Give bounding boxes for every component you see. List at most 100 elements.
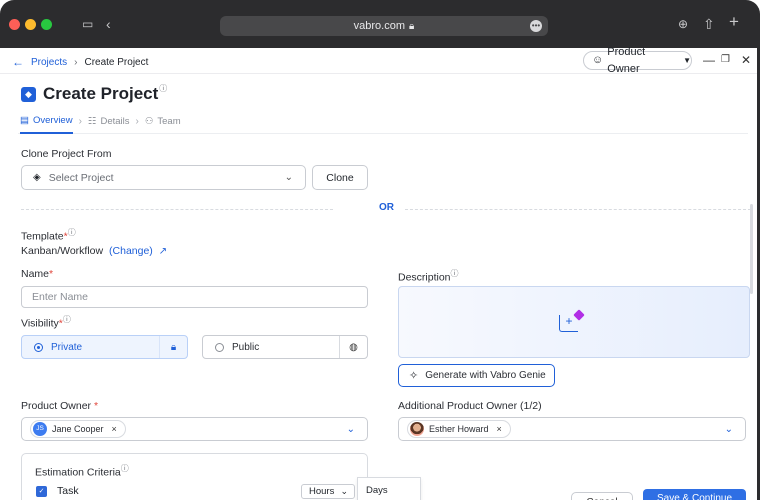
clone-button[interactable]: Clone xyxy=(312,165,368,190)
user-circle-icon: ☺ xyxy=(592,54,604,66)
layers-icon: ◈ xyxy=(33,172,41,183)
info-icon[interactable]: ⓘ xyxy=(451,269,459,278)
info-icon[interactable]: ⓘ xyxy=(63,315,71,324)
breadcrumb-projects[interactable]: Projects xyxy=(31,57,67,68)
estimation-title: Estimation Criteriaⓘ xyxy=(35,463,129,479)
remove-chip-icon[interactable]: × xyxy=(497,424,502,434)
more-icon[interactable]: ••• xyxy=(530,20,542,32)
project-icon: ◆ xyxy=(21,86,36,102)
task-label: Task xyxy=(57,485,79,497)
team-icon: ⚇ xyxy=(144,116,154,127)
tab-overview[interactable]: ▤ Overview xyxy=(20,110,73,134)
select-project-dropdown[interactable]: ◈ Select Project ⌄ xyxy=(21,165,306,190)
unit-option-days[interactable]: Days xyxy=(366,485,388,496)
select-project-placeholder: Select Project xyxy=(48,171,114,184)
cancel-button[interactable]: Cancel xyxy=(571,492,633,500)
page-title-row: ◆ Create Project ⓘ xyxy=(21,84,167,104)
required-mark: * xyxy=(93,400,99,412)
chevron-right-icon: › xyxy=(74,56,78,68)
product-owner-label-text: Product Owner xyxy=(21,400,92,412)
additional-owner-select[interactable]: Esther Howard × ⌄ xyxy=(398,417,746,441)
radio-unselected-icon xyxy=(215,342,224,352)
template-value-row: Kanban/Workflow (Change) ↗ xyxy=(21,245,167,257)
globe-icon: ◍ xyxy=(339,336,367,358)
restore-icon[interactable]: ❐ xyxy=(721,54,730,65)
name-label-text: Name xyxy=(21,268,50,280)
lock-icon: 🔒︎ xyxy=(159,336,187,358)
info-icon[interactable]: ⓘ xyxy=(121,464,129,473)
unit-select[interactable]: Hours ⌄ xyxy=(301,484,355,499)
scrollbar-thumb[interactable] xyxy=(750,204,753,294)
description-editor[interactable]: + xyxy=(398,286,750,358)
back-icon[interactable]: ‹ xyxy=(106,15,111,33)
change-template-link[interactable]: (Change) xyxy=(109,245,153,257)
template-label-text: Template xyxy=(21,230,64,243)
visibility-label: Visibility*ⓘ xyxy=(21,314,71,330)
divider-line-right xyxy=(405,209,751,210)
download-icon[interactable]: ⊕ xyxy=(678,15,688,33)
chevron-down-icon: ⌄ xyxy=(340,486,348,496)
or-divider: OR xyxy=(21,202,751,216)
external-link-icon[interactable]: ↗ xyxy=(159,246,167,257)
save-continue-button[interactable]: Save & Continue xyxy=(643,489,746,500)
unit-value: Hours xyxy=(309,486,335,497)
generate-with-genie-button[interactable]: ✧ Generate with Vabro Genie xyxy=(398,364,555,387)
clone-label: Clone Project From xyxy=(21,148,112,160)
tab-details[interactable]: ☷ Details xyxy=(88,110,130,134)
private-label: Private xyxy=(51,341,83,353)
chevron-right-icon: › xyxy=(135,116,139,127)
back-arrow-icon[interactable]: ← xyxy=(12,55,24,69)
app-header: ← Projects › Create Project ☺ Product Ow… xyxy=(0,46,760,75)
close-icon[interactable]: ✕ xyxy=(741,53,751,67)
visibility-private-option[interactable]: Private 🔒︎ xyxy=(21,335,188,359)
url-text: vabro.com xyxy=(353,20,406,32)
page-title: Create Project xyxy=(43,84,159,103)
divider-line-left xyxy=(21,209,333,210)
description-label: Descriptionⓘ xyxy=(398,268,459,284)
required-mark: * xyxy=(49,268,54,280)
role-selector[interactable]: ☺ Product Owner ▼ xyxy=(583,46,692,75)
tab-overview-label: Overview xyxy=(32,115,73,126)
remove-chip-icon[interactable]: × xyxy=(112,424,117,434)
task-icon: ✓ xyxy=(36,485,47,497)
tab-details-label: Details xyxy=(100,116,130,127)
share-icon[interactable]: ⇧ xyxy=(703,15,715,33)
template-label: Template*ⓘ xyxy=(21,227,76,243)
radio-selected-icon xyxy=(34,342,43,352)
info-icon[interactable]: ⓘ xyxy=(159,83,167,94)
visibility-label-text: Visibility xyxy=(21,317,59,330)
product-owner-label: Product Owner * xyxy=(21,400,98,412)
visibility-public-option[interactable]: Public ◍ xyxy=(202,335,368,359)
role-label: Product Owner xyxy=(607,45,646,75)
tab-team[interactable]: ⚇ Team xyxy=(145,110,181,134)
product-owner-select[interactable]: JS Jane Cooper × ⌄ xyxy=(21,417,368,441)
list-icon: ▤ xyxy=(20,115,29,126)
new-tab-icon[interactable]: + xyxy=(729,13,739,31)
unit-dropdown-menu: Days xyxy=(357,477,421,500)
caret-down-icon: ▼ xyxy=(683,56,691,65)
chevron-right-icon: › xyxy=(78,116,82,127)
lock-icon: 🔒︎ xyxy=(409,21,415,32)
info-icon[interactable]: ⓘ xyxy=(68,228,76,237)
additional-owner-chip: Esther Howard × xyxy=(407,420,511,438)
avatar xyxy=(410,422,424,436)
owner-name: Jane Cooper xyxy=(52,424,104,434)
name-label: Name* xyxy=(21,268,53,280)
public-label: Public xyxy=(232,341,260,353)
maximize-window-button[interactable] xyxy=(41,19,52,30)
chevron-down-icon: ⌄ xyxy=(346,423,355,435)
additional-owner-label: Additional Product Owner (1/2) xyxy=(398,400,542,412)
window-controls xyxy=(9,19,52,30)
breadcrumb-current: Create Project xyxy=(84,56,149,68)
owner-chip: JS Jane Cooper × xyxy=(30,420,126,438)
chevron-down-icon: ⌄ xyxy=(284,172,293,183)
close-window-button[interactable] xyxy=(9,19,20,30)
address-bar[interactable]: vabro.com 🔒︎ ••• xyxy=(220,16,548,36)
breadcrumb: ← Projects › Create Project xyxy=(12,55,148,69)
minimize-window-button[interactable] xyxy=(25,19,36,30)
minimize-icon[interactable]: — xyxy=(703,53,715,67)
tab-team-label: Team xyxy=(157,116,181,127)
name-input[interactable]: Enter Name xyxy=(21,286,368,308)
or-text: OR xyxy=(379,202,394,213)
sidebar-toggle-icon[interactable]: ▭ xyxy=(82,15,93,33)
